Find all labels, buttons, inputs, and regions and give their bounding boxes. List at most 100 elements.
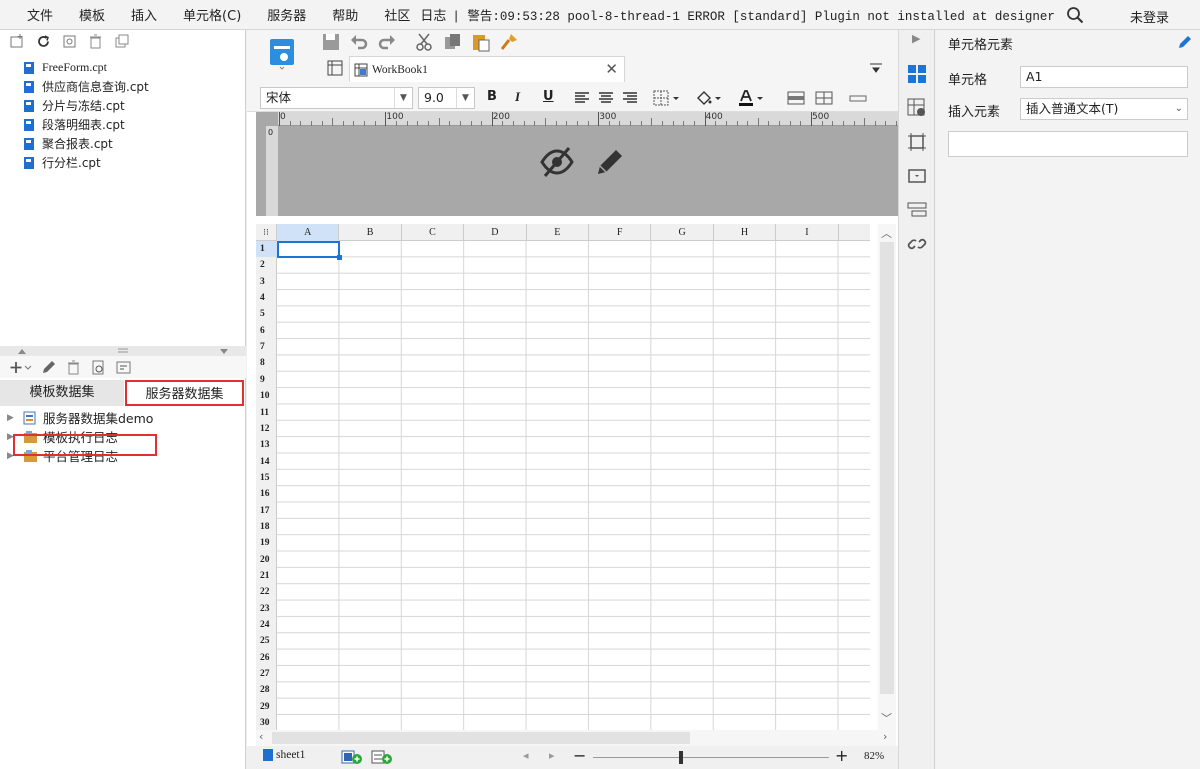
- close-icon[interactable]: ✕: [605, 60, 618, 78]
- copy-icon[interactable]: [113, 33, 130, 50]
- add-dataset-icon[interactable]: [8, 359, 32, 376]
- widget-icon[interactable]: [907, 166, 927, 186]
- column-header[interactable]: B: [339, 224, 402, 241]
- column-header[interactable]: D: [464, 224, 527, 241]
- row-header[interactable]: 28: [256, 682, 277, 698]
- border-icon[interactable]: [653, 89, 683, 107]
- tab-menu-icon[interactable]: [869, 62, 883, 74]
- chevron-down-icon[interactable]: ⌄: [1175, 99, 1183, 119]
- edit-icon[interactable]: [40, 359, 57, 376]
- column-header[interactable]: H: [714, 224, 777, 241]
- vertical-scrollbar[interactable]: ︿ ﹀: [878, 224, 896, 730]
- copy-icon[interactable]: [443, 32, 463, 52]
- tab-server-dataset[interactable]: 服务器数据集: [125, 380, 244, 406]
- chevron-down-icon[interactable]: ▼: [456, 88, 474, 108]
- font-color-icon[interactable]: [737, 89, 767, 107]
- edit-pencil-icon[interactable]: [592, 144, 628, 180]
- paste-icon[interactable]: [471, 32, 491, 52]
- grid-select-icon[interactable]: [327, 60, 343, 76]
- line-wrap-icon[interactable]: [849, 89, 867, 107]
- format-painter-icon[interactable]: [499, 32, 519, 52]
- delete-icon[interactable]: [87, 33, 104, 50]
- row-header[interactable]: 27: [256, 666, 277, 682]
- zoom-slider-thumb[interactable]: [679, 751, 683, 764]
- row-header[interactable]: 5: [256, 306, 277, 322]
- delete-icon[interactable]: [65, 359, 82, 376]
- undo-icon[interactable]: [349, 32, 369, 52]
- panel-splitter[interactable]: [0, 346, 246, 356]
- row-header[interactable]: 25: [256, 633, 277, 649]
- column-header[interactable]: F: [589, 224, 652, 241]
- search-icon[interactable]: [1066, 6, 1084, 24]
- new-folder-icon[interactable]: [9, 33, 26, 50]
- condition-attribute-icon[interactable]: [907, 200, 927, 220]
- row-header[interactable]: 17: [256, 503, 277, 519]
- menu-insert[interactable]: 插入: [118, 5, 170, 24]
- row-header[interactable]: 8: [256, 355, 277, 371]
- collapse-down-icon[interactable]: [219, 347, 229, 355]
- tree-item-server-dataset-demo[interactable]: ▶ 服务器数据集demo: [0, 408, 246, 427]
- selected-cell[interactable]: [277, 241, 342, 260]
- row-header[interactable]: 1: [256, 241, 277, 257]
- zoom-in-button[interactable]: +: [835, 746, 848, 765]
- tab-template-dataset[interactable]: 模板数据集: [0, 380, 124, 406]
- row-header[interactable]: 29: [256, 699, 277, 715]
- row-header[interactable]: 21: [256, 568, 277, 584]
- row-header[interactable]: 13: [256, 437, 277, 453]
- row-header[interactable]: 7: [256, 339, 277, 355]
- cell-element-icon[interactable]: [907, 64, 927, 84]
- row-header[interactable]: 19: [256, 535, 277, 551]
- edit-pencil-icon[interactable]: [1178, 35, 1192, 49]
- row-header[interactable]: 16: [256, 486, 277, 502]
- cell-attribute-icon[interactable]: [907, 98, 927, 118]
- column-header[interactable]: C: [402, 224, 465, 241]
- log-message[interactable]: | 警告:09:53:28 pool-8-thread-1 ERROR [sta…: [452, 5, 1062, 24]
- row-header[interactable]: 9: [256, 372, 277, 388]
- font-size-select[interactable]: 9.0 ▼: [418, 87, 475, 109]
- font-family-select[interactable]: 宋体 ▼: [260, 87, 413, 109]
- menu-file[interactable]: 文件: [0, 5, 66, 24]
- add-sheet-icon[interactable]: [341, 750, 363, 764]
- row-header[interactable]: 4: [256, 290, 277, 306]
- new-report-icon[interactable]: [269, 38, 295, 70]
- row-header[interactable]: 26: [256, 650, 277, 666]
- column-header[interactable]: A: [277, 224, 340, 241]
- unmerge-cells-icon[interactable]: [815, 89, 833, 107]
- expand-arrow-icon[interactable]: ▶: [7, 413, 15, 423]
- fill-color-icon[interactable]: [695, 89, 725, 107]
- row-header[interactable]: 2: [256, 257, 277, 273]
- menu-server[interactable]: 服务器: [254, 5, 319, 24]
- cell-content-input[interactable]: [948, 131, 1188, 157]
- next-sheet-icon[interactable]: ▸: [549, 749, 555, 762]
- align-left-icon[interactable]: [573, 89, 591, 107]
- insert-element-select[interactable]: 插入普通文本(T) ⌄: [1020, 98, 1188, 120]
- scroll-left-icon[interactable]: ‹: [259, 730, 263, 743]
- preview-icon[interactable]: [90, 359, 107, 376]
- zoom-out-button[interactable]: −: [573, 746, 586, 765]
- hyperlink-icon[interactable]: [907, 234, 927, 254]
- list-item[interactable]: 供应商信息查询.cpt: [24, 77, 149, 96]
- bold-button[interactable]: B: [487, 89, 497, 104]
- row-header[interactable]: 11: [256, 405, 277, 421]
- log-label[interactable]: 日志: [416, 5, 450, 24]
- prev-sheet-icon[interactable]: ◂: [523, 749, 529, 762]
- row-header[interactable]: 22: [256, 584, 277, 600]
- cell-address-field[interactable]: A1: [1020, 66, 1188, 88]
- merge-cells-icon[interactable]: [787, 89, 805, 107]
- align-center-icon[interactable]: [597, 89, 615, 107]
- menu-cell[interactable]: 单元格(C): [170, 5, 254, 24]
- dataset-params-icon[interactable]: [115, 359, 132, 376]
- column-header[interactable]: E: [527, 224, 589, 241]
- row-header[interactable]: 14: [256, 454, 277, 470]
- settings-icon[interactable]: [61, 33, 78, 50]
- scroll-thumb[interactable]: [272, 732, 690, 744]
- scroll-right-icon[interactable]: ›: [883, 730, 887, 743]
- menu-community[interactable]: 社区: [371, 5, 416, 24]
- save-icon[interactable]: [321, 32, 341, 52]
- tab-workbook[interactable]: WorkBook1 ✕: [349, 56, 625, 82]
- sheet-tab[interactable]: sheet1: [263, 749, 305, 761]
- menu-template[interactable]: 模板: [66, 5, 118, 24]
- menu-help[interactable]: 帮助: [319, 5, 371, 24]
- align-right-icon[interactable]: [621, 89, 639, 107]
- scroll-down-icon[interactable]: ﹀: [881, 710, 892, 726]
